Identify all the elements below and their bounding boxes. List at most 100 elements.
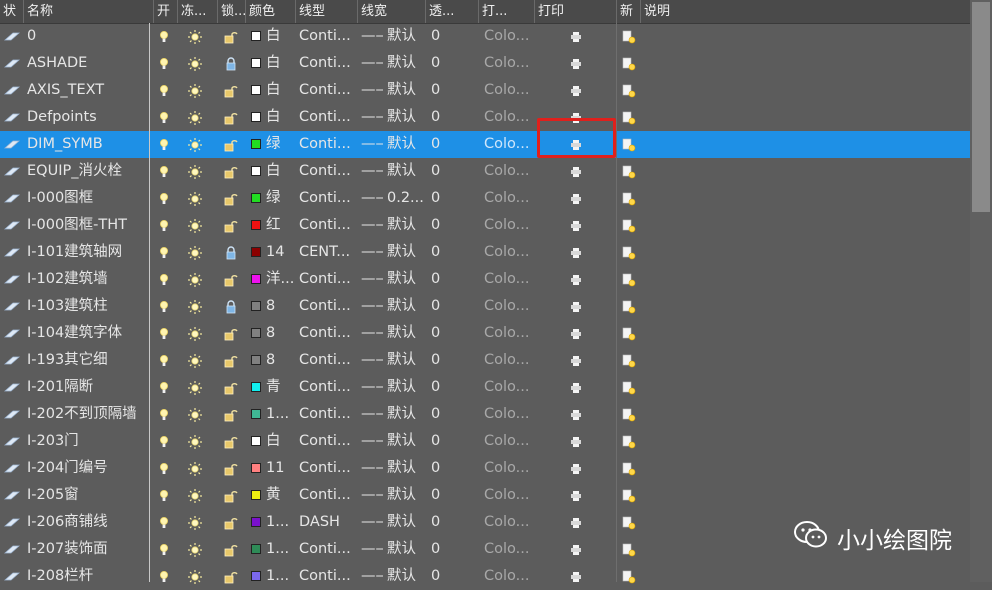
color-swatch[interactable] xyxy=(251,274,261,284)
transparency-value[interactable]: 0 xyxy=(431,77,471,104)
lock-icon[interactable] xyxy=(222,374,240,401)
sun-icon[interactable] xyxy=(186,401,204,428)
layer-row[interactable]: I-101建筑轴网 14CENT...——默认0 Colo... xyxy=(0,239,970,266)
printer-icon[interactable] xyxy=(567,212,585,239)
lightbulb-icon[interactable] xyxy=(155,563,173,590)
lightbulb-icon[interactable] xyxy=(155,374,173,401)
color-label[interactable]: 1... xyxy=(266,563,296,590)
color-label[interactable]: 红 xyxy=(266,212,296,239)
layer-status-icon[interactable] xyxy=(2,347,22,374)
lineweight-value[interactable]: 默认 xyxy=(387,401,425,428)
color-label[interactable]: 1... xyxy=(266,401,296,428)
sun-icon[interactable] xyxy=(186,320,204,347)
new-viewport-freeze-icon[interactable] xyxy=(620,23,638,50)
col-header-on[interactable]: 开 xyxy=(154,0,178,23)
lightbulb-icon[interactable] xyxy=(155,266,173,293)
sun-icon[interactable] xyxy=(186,374,204,401)
layer-name[interactable]: I-201隔断 xyxy=(27,374,149,401)
new-viewport-freeze-icon[interactable] xyxy=(620,50,638,77)
layer-row[interactable]: I-202不到顶隔墙 1...Conti...——默认0 Colo... xyxy=(0,401,970,428)
layer-status-icon[interactable] xyxy=(2,374,22,401)
lock-icon[interactable] xyxy=(222,158,240,185)
linetype-value[interactable]: Conti... xyxy=(299,455,357,482)
linetype-value[interactable]: Conti... xyxy=(299,23,357,50)
layer-status-icon[interactable] xyxy=(2,563,22,590)
layer-status-icon[interactable] xyxy=(2,158,22,185)
color-label[interactable]: 1... xyxy=(266,536,296,563)
transparency-value[interactable]: 0 xyxy=(431,131,471,158)
color-swatch[interactable] xyxy=(251,247,261,257)
new-viewport-freeze-icon[interactable] xyxy=(620,104,638,131)
col-header-plot[interactable]: 打印 xyxy=(535,0,617,23)
layer-name[interactable]: I-206商铺线 xyxy=(27,509,149,536)
new-viewport-freeze-icon[interactable] xyxy=(620,185,638,212)
color-label[interactable]: 白 xyxy=(266,50,296,77)
sun-icon[interactable] xyxy=(186,428,204,455)
layer-name[interactable]: I-102建筑墙 xyxy=(27,266,149,293)
layer-row[interactable]: 0白Conti...——默认0Colo... xyxy=(0,23,970,50)
lock-icon[interactable] xyxy=(222,428,240,455)
color-label[interactable]: 1... xyxy=(266,509,296,536)
col-header-transparency[interactable]: 透... xyxy=(426,0,479,23)
transparency-value[interactable]: 0 xyxy=(431,185,471,212)
lightbulb-icon[interactable] xyxy=(155,347,173,374)
linetype-value[interactable]: Conti... xyxy=(299,266,357,293)
lightbulb-icon[interactable] xyxy=(155,320,173,347)
printer-icon[interactable] xyxy=(567,347,585,374)
linetype-value[interactable]: Conti... xyxy=(299,212,357,239)
layer-status-icon[interactable] xyxy=(2,212,22,239)
lock-icon[interactable] xyxy=(222,104,240,131)
lock-icon[interactable] xyxy=(222,320,240,347)
transparency-value[interactable]: 0 xyxy=(431,212,471,239)
layer-row[interactable]: AXIS_TEXT 白Conti...——默认0 Colo... xyxy=(0,77,970,104)
new-viewport-freeze-icon[interactable] xyxy=(620,77,638,104)
lock-icon[interactable] xyxy=(222,563,240,590)
printer-icon[interactable] xyxy=(567,23,585,50)
sun-icon[interactable] xyxy=(186,50,204,77)
layer-status-icon[interactable] xyxy=(2,185,22,212)
layer-name[interactable]: I-205窗 xyxy=(27,482,149,509)
col-header-lock[interactable]: 锁... xyxy=(218,0,246,23)
sun-icon[interactable] xyxy=(186,293,204,320)
new-viewport-freeze-icon[interactable] xyxy=(620,266,638,293)
transparency-value[interactable]: 0 xyxy=(431,509,471,536)
color-swatch[interactable] xyxy=(251,328,261,338)
linetype-value[interactable]: Conti... xyxy=(299,347,357,374)
layer-row[interactable]: I-000图框 绿Conti...——0.2...0 Colo... xyxy=(0,185,970,212)
lock-icon[interactable] xyxy=(222,347,240,374)
color-label[interactable]: 白 xyxy=(266,104,296,131)
linetype-value[interactable]: Conti... xyxy=(299,77,357,104)
color-label[interactable]: 白 xyxy=(266,23,296,50)
layer-row[interactable]: I-193其它细 8Conti...——默认0 Colo... xyxy=(0,347,970,374)
lineweight-value[interactable]: 默认 xyxy=(387,482,425,509)
linetype-value[interactable]: Conti... xyxy=(299,293,357,320)
lock-icon[interactable] xyxy=(222,455,240,482)
sun-icon[interactable] xyxy=(186,158,204,185)
layer-name[interactable]: I-193其它细 xyxy=(27,347,149,374)
sun-icon[interactable] xyxy=(186,482,204,509)
sun-icon[interactable] xyxy=(186,536,204,563)
col-header-name[interactable]: 名称 xyxy=(24,0,154,23)
layer-row[interactable]: ASHADE 白Conti...——默认0 Colo... xyxy=(0,50,970,77)
transparency-value[interactable]: 0 xyxy=(431,239,471,266)
color-label[interactable]: 8 xyxy=(266,293,296,320)
lineweight-value[interactable]: 默认 xyxy=(387,77,425,104)
layer-status-icon[interactable] xyxy=(2,23,22,50)
color-swatch[interactable] xyxy=(251,382,261,392)
lineweight-value[interactable]: 默认 xyxy=(387,428,425,455)
lightbulb-icon[interactable] xyxy=(155,104,173,131)
lock-icon[interactable] xyxy=(222,239,240,266)
linetype-value[interactable]: Conti... xyxy=(299,482,357,509)
layer-row[interactable]: I-201隔断 青Conti...——默认0 Colo... xyxy=(0,374,970,401)
sun-icon[interactable] xyxy=(186,185,204,212)
new-viewport-freeze-icon[interactable] xyxy=(620,401,638,428)
lineweight-value[interactable]: 默认 xyxy=(387,104,425,131)
layer-status-icon[interactable] xyxy=(2,104,22,131)
color-label[interactable]: 11 xyxy=(266,455,296,482)
transparency-value[interactable]: 0 xyxy=(431,374,471,401)
transparency-value[interactable]: 0 xyxy=(431,536,471,563)
transparency-value[interactable]: 0 xyxy=(431,158,471,185)
sun-icon[interactable] xyxy=(186,23,204,50)
lightbulb-icon[interactable] xyxy=(155,77,173,104)
color-label[interactable]: 8 xyxy=(266,320,296,347)
